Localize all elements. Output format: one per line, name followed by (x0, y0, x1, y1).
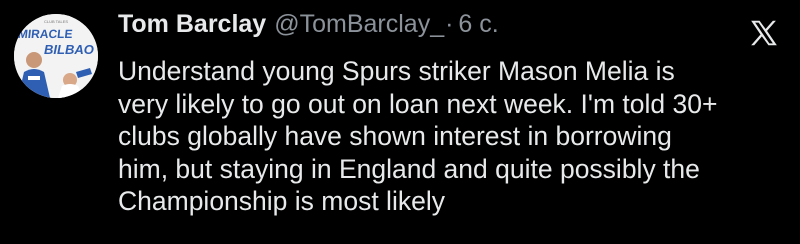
avatar-title-line1: MIRACLE (17, 27, 73, 41)
tweet-text: Understand young Spurs striker Mason Mel… (118, 55, 768, 218)
tweet-text-line: him, but staying in England and quite po… (118, 153, 700, 184)
tweet-card[interactable]: CLUB TALES MIRACLE BILBAO Tom Barclay @T… (0, 0, 800, 244)
avatar-title-line2: BILBAO (44, 42, 94, 57)
avatar-top-text: CLUB TALES (44, 19, 68, 24)
tweet-header: Tom Barclay @TomBarclay_ · 6 с. (118, 10, 768, 52)
author-name[interactable]: Tom Barclay (118, 10, 266, 39)
avatar[interactable]: CLUB TALES MIRACLE BILBAO (14, 14, 98, 98)
tweet-text-line: Understand young Spurs striker Mason Mel… (118, 56, 675, 86)
tweet-text-line: very likely to go out on loan next week.… (118, 88, 718, 119)
x-logo-icon (751, 20, 777, 46)
tweet-timestamp[interactable]: 6 с. (458, 10, 498, 39)
tweet-text-line: Championship is most likely (118, 186, 445, 217)
tweet-text-line: clubs globally have shown interest in bo… (118, 121, 672, 152)
avatar-image: CLUB TALES MIRACLE BILBAO (14, 14, 98, 98)
header-separator: · (445, 10, 454, 38)
tweet-content: Tom Barclay @TomBarclay_ · 6 с. Understa… (118, 10, 768, 218)
author-handle[interactable]: @TomBarclay_ (274, 10, 444, 39)
